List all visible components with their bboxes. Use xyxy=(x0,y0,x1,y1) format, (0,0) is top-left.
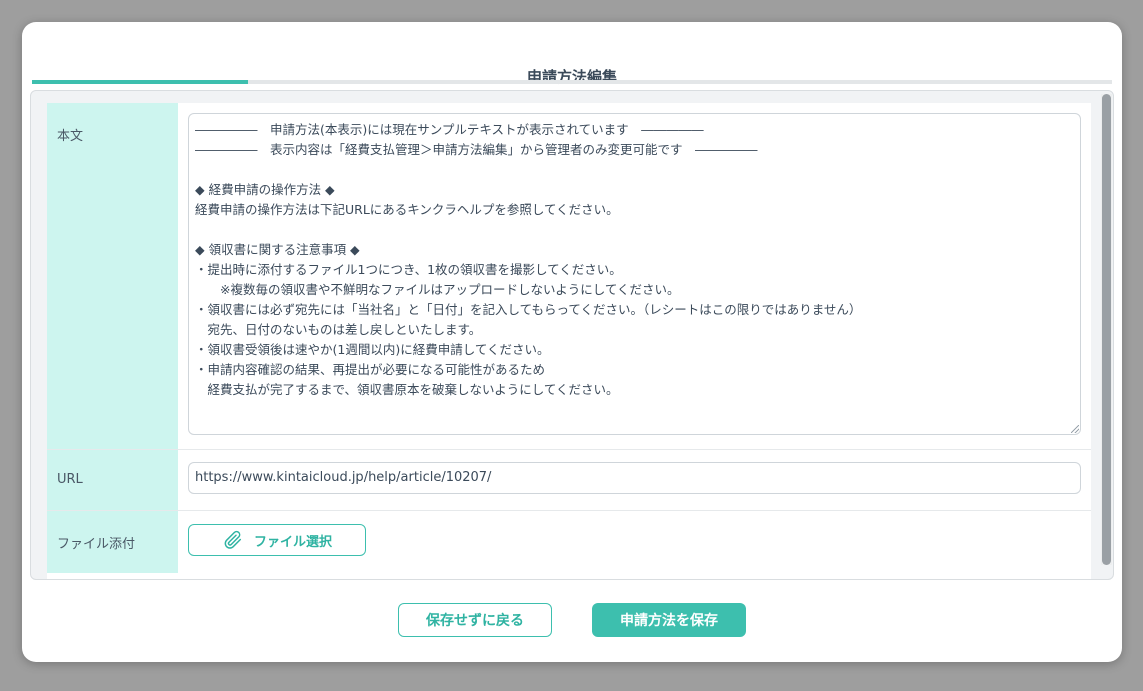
form-table: 本文 ――――― 申請方法(本表示)には現在サンプルテキストが表示されています … xyxy=(47,103,1091,579)
file-select-button[interactable]: ファイル選択 xyxy=(188,524,366,556)
scrollbar[interactable] xyxy=(1101,94,1112,565)
body-label: 本文 xyxy=(47,103,178,449)
url-label: URL xyxy=(47,450,178,510)
body-textarea[interactable]: ――――― 申請方法(本表示)には現在サンプルテキストが表示されています ―――… xyxy=(188,113,1081,435)
tab-bar xyxy=(32,80,1112,84)
scrollbar-thumb[interactable] xyxy=(1102,94,1111,565)
file-row: ファイル添付 ファイル選択 xyxy=(47,511,1091,573)
file-label: ファイル添付 xyxy=(47,511,178,573)
edit-dialog: 申請方法編集 本文 ――――― 申請方法(本表示)には現在サンプルテキストが表示… xyxy=(22,22,1122,662)
active-tab-indicator xyxy=(32,80,248,84)
url-input[interactable]: https://www.kintaicloud.jp/help/article/… xyxy=(188,462,1081,494)
file-select-label: ファイル選択 xyxy=(253,534,332,550)
back-without-saving-button[interactable]: 保存せずに戻る xyxy=(398,603,552,637)
url-row: URL https://www.kintaicloud.jp/help/arti… xyxy=(47,450,1091,511)
textarea-resize-handle[interactable] xyxy=(1071,425,1079,433)
save-method-button[interactable]: 申請方法を保存 xyxy=(592,603,746,637)
body-row: 本文 ――――― 申請方法(本表示)には現在サンプルテキストが表示されています … xyxy=(47,103,1091,450)
paperclip-icon xyxy=(222,529,244,551)
form-scroll-area: 本文 ――――― 申請方法(本表示)には現在サンプルテキストが表示されています … xyxy=(30,90,1114,580)
